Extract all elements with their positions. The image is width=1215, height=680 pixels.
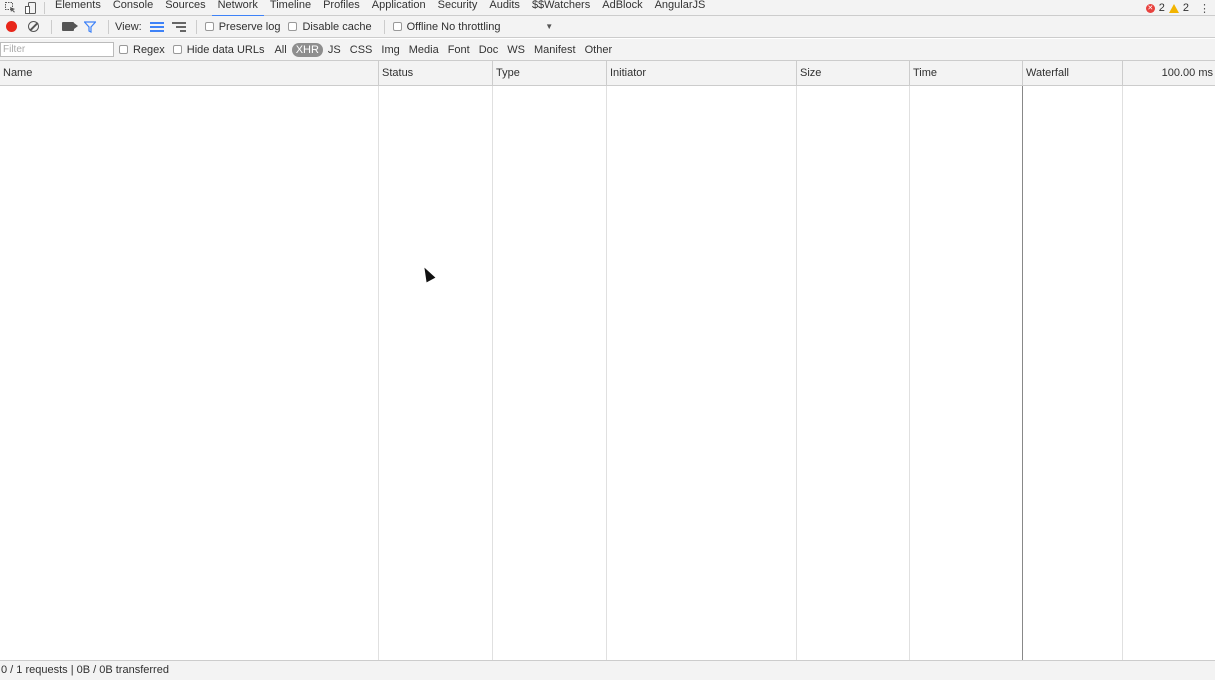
mouse-cursor-icon (420, 265, 436, 283)
capture-screenshots-icon[interactable] (62, 22, 78, 31)
column-divider (796, 86, 797, 660)
filter-type-js[interactable]: JS (324, 43, 345, 57)
hide-data-urls-option[interactable]: Hide data URLs (171, 43, 265, 56)
tab-network[interactable]: Network (211, 0, 265, 17)
waterfall-divider (1022, 86, 1023, 660)
filter-type-xhr[interactable]: XHR (291, 42, 323, 57)
column-size[interactable]: Size (797, 61, 910, 86)
regex-option[interactable]: Regex (117, 44, 165, 56)
filter-type-media[interactable]: Media (405, 43, 443, 57)
filter-type-css[interactable]: CSS (346, 43, 377, 57)
filter-type-doc[interactable]: Doc (475, 43, 503, 57)
disable-cache-option[interactable]: Disable cache (286, 20, 372, 33)
tab-console[interactable]: Console (107, 0, 159, 16)
device-mode-icon[interactable] (20, 0, 40, 16)
network-summary-bar: 0 / 1 requests | 0B / 0B transferred (0, 660, 1215, 680)
tab-adblock[interactable]: AdBlock (596, 0, 648, 16)
throttling-value: No throttling (441, 20, 501, 33)
regex-checkbox[interactable] (119, 45, 128, 54)
error-icon: ✕ (1145, 3, 1155, 13)
column-name[interactable]: Name (0, 61, 379, 86)
offline-option[interactable]: Offline (391, 20, 439, 33)
inspect-element-icon[interactable] (0, 0, 20, 16)
column-status[interactable]: Status (379, 61, 493, 86)
requests-summary: 0 / 1 requests | 0B / 0B transferred (1, 664, 169, 676)
warning-icon (1168, 3, 1179, 13)
waterfall-gridline (1122, 86, 1123, 660)
network-filterbar: Regex Hide data URLs AllXHRJSCSSImgMedia… (0, 39, 1215, 61)
tab-watchers[interactable]: $$Watchers (526, 0, 596, 16)
preserve-log-option[interactable]: Preserve log (203, 20, 281, 33)
preserve-log-label: Preserve log (218, 20, 281, 33)
chevron-down-icon: ▼ (545, 22, 554, 31)
clear-icon[interactable] (28, 21, 39, 32)
regex-label: Regex (133, 43, 165, 56)
network-toolbar: View: Preserve log Disable cache Offline… (0, 16, 1215, 38)
filter-type-other[interactable]: Other (581, 43, 617, 57)
filter-type-manifest[interactable]: Manifest (530, 43, 580, 57)
tab-audits[interactable]: Audits (483, 0, 526, 16)
filter-type-font[interactable]: Font (444, 43, 474, 57)
panel-tabs: Elements Console Sources Network Timeline Pro… (49, 0, 712, 17)
tab-angularjs[interactable]: AngularJS (649, 0, 712, 16)
tab-profiles[interactable]: Profiles (317, 0, 366, 16)
error-count: 2 (1158, 2, 1165, 14)
filter-input[interactable] (0, 42, 114, 57)
record-icon[interactable] (6, 21, 17, 32)
disable-cache-checkbox[interactable] (288, 22, 298, 31)
toolbar-separator (108, 19, 109, 34)
column-divider (378, 86, 379, 660)
filter-icon[interactable] (83, 20, 97, 33)
tabbar-separator (44, 1, 45, 14)
hide-data-urls-checkbox[interactable] (172, 45, 182, 54)
column-type[interactable]: Type (493, 61, 607, 86)
tab-timeline[interactable]: Timeline (264, 0, 317, 16)
resource-type-filters: All XHR JS CSS Img Media Font Doc WS Manifest Othe… (270, 42, 617, 57)
tab-security[interactable]: Security (432, 0, 484, 16)
column-waterfall[interactable]: Waterfall (1023, 61, 1123, 86)
column-time[interactable]: Time (910, 61, 1023, 86)
offline-checkbox[interactable] (392, 22, 402, 31)
warning-count: 2 (1182, 2, 1189, 14)
preserve-log-checkbox[interactable] (204, 22, 214, 31)
toolbar-separator (51, 19, 52, 34)
filter-type-ws[interactable]: WS (503, 43, 529, 57)
tab-elements[interactable]: Elements (49, 0, 107, 16)
disable-cache-label: Disable cache (302, 20, 372, 33)
waterfall-time-label: 100.00 ms (1161, 67, 1213, 79)
column-divider (909, 86, 910, 660)
column-divider (606, 86, 607, 660)
tab-sources[interactable]: Sources (159, 0, 211, 16)
view-label: View: (115, 20, 142, 33)
column-initiator[interactable]: Initiator (607, 61, 797, 86)
console-counters[interactable]: ✕ 2 2 ⋮ (1145, 0, 1210, 16)
toolbar-separator (195, 19, 197, 34)
devtools-tabbar: Elements Console Sources Network Timeline Pro… (0, 0, 1215, 17)
throttling-select[interactable]: No throttling ▼ (441, 21, 553, 33)
hide-data-urls-label: Hide data URLs (186, 43, 265, 56)
overview-icon[interactable] (171, 21, 186, 33)
toolbar-separator (383, 19, 385, 34)
tab-application[interactable]: Application (366, 0, 432, 16)
offline-label: Offline (406, 20, 439, 33)
filter-type-img[interactable]: Img (377, 43, 403, 57)
more-vertical-icon[interactable]: ⋮ (1199, 2, 1210, 15)
large-rows-icon[interactable] (149, 21, 164, 33)
requests-table-header: Name Status Type Initiator Size Time Wat… (0, 61, 1215, 86)
filter-type-all[interactable]: All (270, 43, 290, 57)
column-divider (492, 86, 493, 660)
